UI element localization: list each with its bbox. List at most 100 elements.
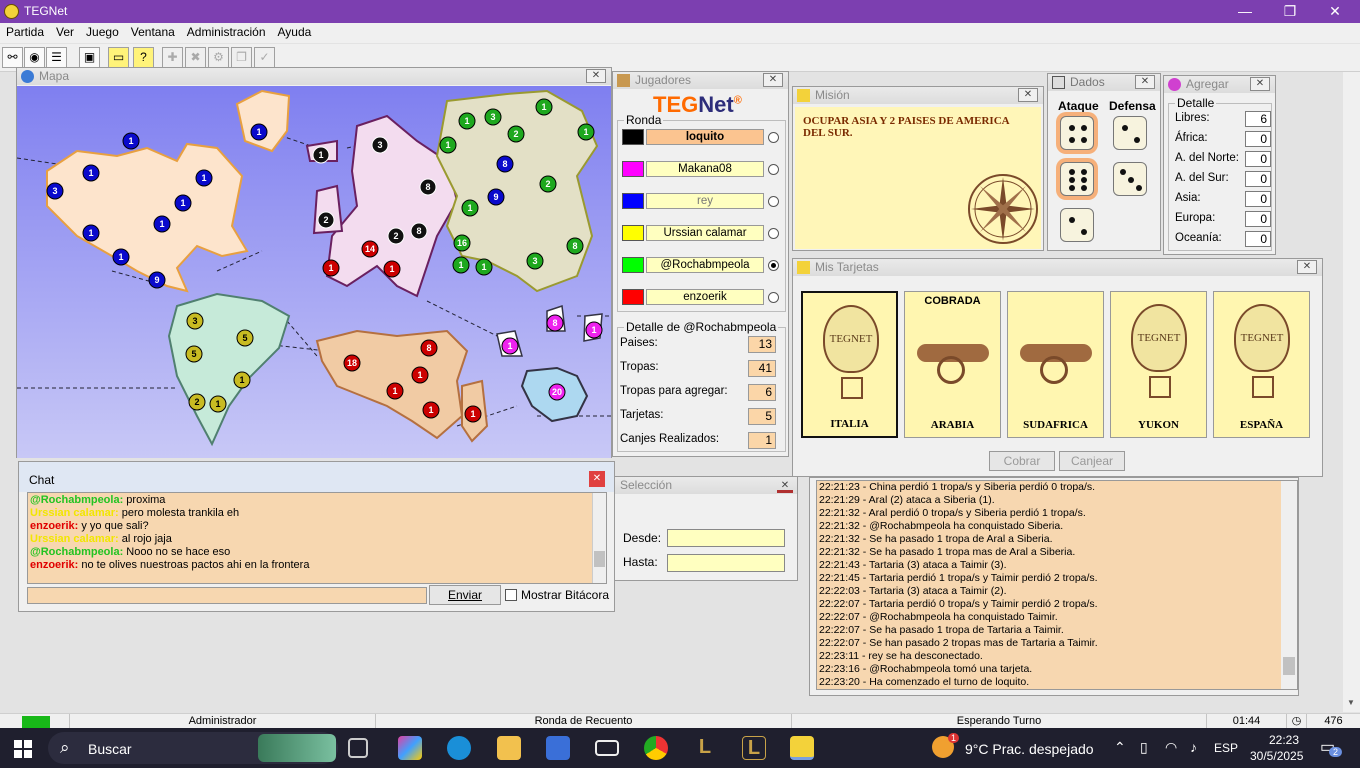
check-icon[interactable]: ✓ [254, 47, 275, 68]
svg-text:1: 1 [159, 219, 164, 229]
ronda-group: Ronda loquito Makana08 rey Urssian calamar @… [617, 113, 786, 312]
region-value[interactable]: 0 [1245, 171, 1271, 187]
connect-icon[interactable]: ⚯ [2, 47, 23, 68]
player-radio[interactable] [768, 132, 779, 143]
player-radio[interactable] [768, 196, 779, 207]
log-line: 22:21:32 - @Rochabmpeola ha conquistado … [819, 520, 1064, 532]
card-icon[interactable]: ▭ [108, 47, 129, 68]
menu-ver[interactable]: Ver [50, 23, 80, 41]
region-value[interactable]: 0 [1245, 151, 1271, 167]
language-indicator[interactable]: ESP [1214, 741, 1238, 755]
card-name: YUKON [1138, 419, 1179, 431]
die-pip [1134, 137, 1140, 143]
player-radio[interactable] [768, 292, 779, 303]
tegnet-taskbar-icon[interactable] [790, 736, 814, 760]
menu-ventana[interactable]: Ventana [125, 23, 181, 41]
mission-text: OCUPAR ASIA Y 2 PAISES DE AMERICA DEL SU… [803, 115, 1009, 139]
desde-field[interactable] [667, 529, 785, 547]
region-value[interactable]: 0 [1245, 131, 1271, 147]
league-icon[interactable]: L [693, 736, 717, 760]
phone-link-icon[interactable]: ▯ [1140, 739, 1148, 756]
player-radio[interactable] [768, 260, 779, 271]
globe-icon[interactable]: ◉ [24, 47, 45, 68]
mission-icon[interactable]: ? [133, 47, 154, 68]
chat-input[interactable] [27, 587, 427, 604]
taskbar-time[interactable]: 22:23 [1260, 733, 1308, 747]
svg-text:8: 8 [426, 343, 431, 353]
mail-icon[interactable] [595, 740, 619, 756]
title-bar: TEGNet — ❐ ✕ [0, 0, 1360, 23]
speaker-icon[interactable]: ♪ [1190, 739, 1197, 755]
main-scrollbar[interactable]: ▼ [1343, 72, 1360, 712]
player-radio[interactable] [768, 228, 779, 239]
region-value[interactable]: 0 [1245, 231, 1271, 247]
send-button[interactable]: Enviar [429, 585, 501, 605]
balloon-icon: TEGNET [1234, 304, 1290, 372]
wifi-icon[interactable]: ◠ [1165, 739, 1177, 756]
status-state: Esperando Turno [792, 714, 1207, 729]
menu-juego[interactable]: Juego [80, 23, 125, 41]
region-value[interactable]: 0 [1245, 211, 1271, 227]
region-value[interactable]: 6 [1245, 111, 1271, 127]
edge-icon[interactable] [447, 736, 471, 760]
copy-icon[interactable]: ❐ [231, 47, 252, 68]
region-value[interactable]: 0 [1245, 191, 1271, 207]
league-client-icon[interactable]: L [742, 736, 766, 760]
weather-text[interactable]: 9°C Prac. despejado [965, 741, 1094, 757]
taskbar-search[interactable]: ⌕ Buscar [48, 732, 338, 764]
task-view-icon[interactable] [348, 738, 368, 758]
chat-close-button[interactable]: ✕ [589, 471, 605, 487]
chat-scrollbar[interactable] [592, 493, 606, 583]
menu-ayuda[interactable]: Ayuda [272, 23, 318, 41]
store-icon[interactable] [546, 736, 570, 760]
territory-card[interactable]: COBRADA ARABIA [904, 291, 1001, 438]
cancel-icon[interactable]: ✖ [185, 47, 206, 68]
menu-administracion[interactable]: Administración [181, 23, 272, 41]
territory-card[interactable]: TEGNET YUKON [1110, 291, 1207, 438]
map-title: Mapa [17, 68, 611, 85]
chrome-icon[interactable] [644, 736, 668, 760]
territory-card[interactable]: TEGNET ITALIA [801, 291, 898, 438]
gear-icon[interactable]: ⚙ [208, 47, 229, 68]
window-title: TEGNet [24, 4, 68, 18]
card-name: ESPAÑA [1239, 419, 1284, 431]
map-close-button[interactable]: ✕ [586, 69, 606, 83]
svg-text:1: 1 [445, 140, 450, 150]
canjear-button[interactable]: Canjear [1059, 451, 1125, 471]
taskbar-date[interactable]: 30/5/2025 [1250, 749, 1303, 763]
player-radio[interactable] [768, 164, 779, 175]
log-scrollbar[interactable] [1281, 481, 1297, 689]
maximize-button[interactable]: ❐ [1267, 0, 1313, 23]
chevron-up-icon[interactable]: ⌃ [1114, 739, 1126, 756]
world-map[interactable]: 111311111989 13822 8 11 32 112116 831 1 141 18… [17, 86, 611, 458]
dice-close-button[interactable]: ✕ [1135, 75, 1155, 89]
file-explorer-icon[interactable] [497, 736, 521, 760]
card-name: SUDAFRICA [1023, 419, 1088, 431]
windows-start-icon[interactable] [14, 740, 32, 758]
selection-close-button[interactable]: ✕ [777, 480, 793, 493]
cards-close-button[interactable]: ✕ [1297, 260, 1317, 274]
attack-die [1060, 208, 1094, 242]
hasta-field[interactable] [667, 554, 785, 572]
add-close-button[interactable]: ✕ [1250, 77, 1270, 91]
mission-close-button[interactable]: ✕ [1018, 88, 1038, 102]
svg-text:1: 1 [215, 399, 220, 409]
players-close-button[interactable]: ✕ [763, 73, 783, 87]
territory-card[interactable]: SUDAFRICA [1007, 291, 1104, 438]
close-button[interactable]: ✕ [1312, 0, 1358, 23]
list-icon[interactable]: ☰ [46, 47, 67, 68]
chat-text: no te olives nuestroas pactos ahi en la … [81, 559, 310, 571]
save-icon[interactable]: ▣ [79, 47, 100, 68]
defense-label: Defensa [1109, 99, 1156, 113]
add-icon[interactable]: ✚ [162, 47, 183, 68]
minimize-button[interactable]: — [1222, 0, 1268, 23]
territory-card[interactable]: TEGNET ESPAÑA [1213, 291, 1310, 438]
show-log-checkbox[interactable] [505, 589, 517, 601]
svg-text:1: 1 [428, 405, 433, 415]
cannon-wheel-icon [1040, 356, 1068, 384]
chat-user: Urssian calamar: [30, 533, 122, 545]
cobrar-button[interactable]: Cobrar [989, 451, 1055, 471]
copilot-icon[interactable] [398, 736, 422, 760]
player-name: rey [646, 193, 764, 209]
menu-partida[interactable]: Partida [0, 23, 50, 41]
